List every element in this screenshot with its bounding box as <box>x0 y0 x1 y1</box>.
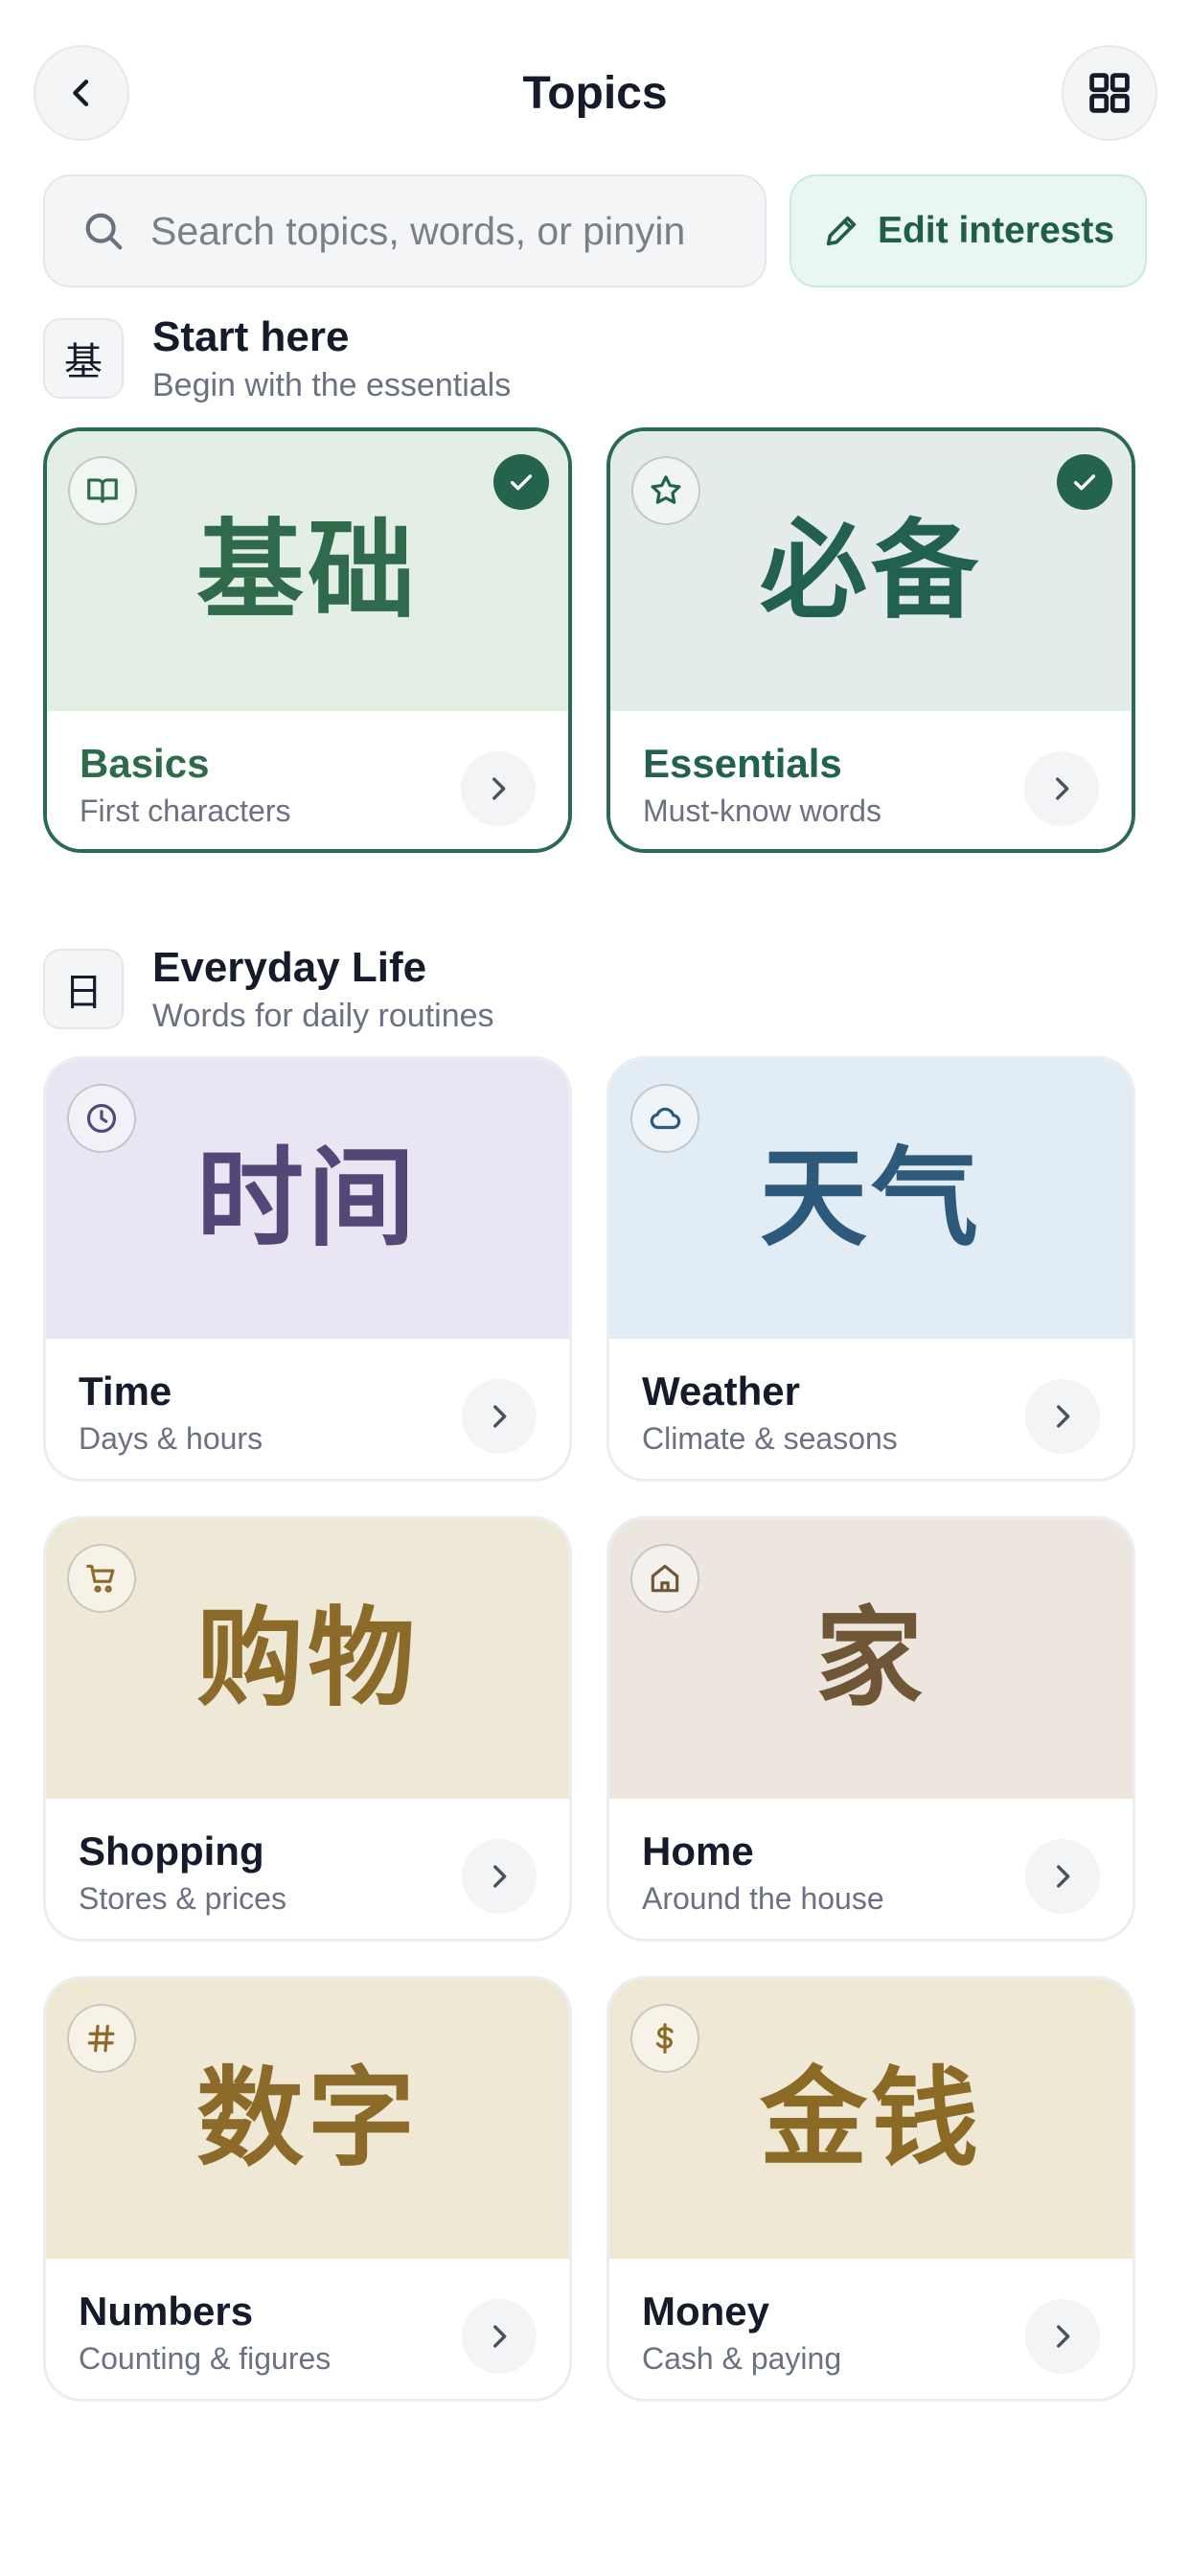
card-hanzi: 数字 <box>196 2057 419 2181</box>
grid-view-button[interactable] <box>1062 45 1157 141</box>
section-subtitle: Words for daily routines <box>152 998 494 1034</box>
topic-card-money[interactable]: 金钱 Money Cash & paying <box>606 1976 1135 2402</box>
cloud-icon <box>630 1084 699 1153</box>
card-open-button[interactable] <box>462 1379 537 1454</box>
pencil-icon <box>826 216 857 246</box>
hash-icon <box>67 2004 136 2073</box>
edit-interests-button[interactable]: Edit interests <box>790 174 1147 288</box>
search-icon <box>85 213 123 250</box>
card-open-button[interactable] <box>1025 1379 1100 1454</box>
card-hanzi: 必备 <box>760 509 982 633</box>
section-title: Start here <box>152 313 350 360</box>
chevron-right-icon <box>493 2325 507 2348</box>
topic-card-time[interactable]: 时间 Time Days & hours <box>43 1056 572 1482</box>
card-hanzi: 基础 <box>196 509 419 633</box>
topic-card-basics[interactable]: 基础 Basics First characters <box>43 427 572 853</box>
card-name: Shopping <box>79 1828 264 1874</box>
topic-card-essentials[interactable]: 必备 Essentials Must-know words <box>606 427 1135 853</box>
check-icon <box>1057 454 1112 510</box>
card-open-button[interactable] <box>462 2299 537 2374</box>
star-icon <box>631 456 700 525</box>
card-name: Time <box>79 1368 172 1414</box>
clock-icon <box>67 1084 136 1153</box>
section-start-here: 基 Start here Begin with the essentials <box>43 313 1145 404</box>
topic-card-numbers[interactable]: 数字 Numbers Counting & figures <box>43 1976 572 2402</box>
chevron-right-icon <box>1057 1405 1070 1428</box>
card-hanzi: 购物 <box>196 1597 419 1721</box>
cart-icon <box>67 1544 136 1613</box>
card-name: Essentials <box>643 741 842 786</box>
dollar-icon <box>630 2004 699 2073</box>
chevron-right-icon <box>1057 1865 1070 1888</box>
card-description: Cash & paying <box>642 2341 842 2376</box>
section-title: Everyday Life <box>152 944 427 991</box>
card-name: Numbers <box>79 2288 254 2334</box>
card-description: Around the house <box>642 1881 884 1916</box>
card-open-button[interactable] <box>461 751 536 826</box>
house-icon <box>630 1544 699 1613</box>
card-hanzi: 天气 <box>760 1137 982 1261</box>
section-icon: 日 <box>43 949 124 1029</box>
search-input[interactable] <box>150 208 725 254</box>
section-everyday-life: 日 Everyday Life Words for daily routines <box>43 944 1145 1035</box>
section-icon: 基 <box>43 318 124 399</box>
book-icon <box>68 456 137 525</box>
check-icon <box>493 454 549 510</box>
card-description: Stores & prices <box>79 1881 286 1916</box>
card-description: First characters <box>80 794 291 828</box>
card-name: Money <box>642 2288 770 2334</box>
card-hanzi: 时间 <box>196 1137 419 1261</box>
chevron-right-icon <box>492 777 506 800</box>
card-description: Days & hours <box>79 1421 263 1456</box>
card-description: Climate & seasons <box>642 1421 898 1456</box>
card-description: Must-know words <box>643 794 881 828</box>
card-name: Basics <box>80 741 210 786</box>
card-open-button[interactable] <box>1025 1839 1100 1914</box>
card-description: Counting & figures <box>79 2341 332 2376</box>
topic-card-weather[interactable]: 天气 Weather Climate & seasons <box>606 1056 1135 1482</box>
grid-icon <box>1089 73 1130 113</box>
card-name: Home <box>642 1828 754 1874</box>
card-open-button[interactable] <box>1025 2299 1100 2374</box>
chevron-right-icon <box>493 1405 507 1428</box>
card-open-button[interactable] <box>1024 751 1099 826</box>
chevron-right-icon <box>1057 2325 1070 2348</box>
search-bar[interactable] <box>43 174 767 288</box>
topic-card-shopping[interactable]: 购物 Shopping Stores & prices <box>43 1516 572 1942</box>
topic-card-home[interactable]: 家 Home Around the house <box>606 1516 1135 1942</box>
card-name: Weather <box>642 1368 800 1414</box>
chevron-right-icon <box>493 1865 507 1888</box>
card-hanzi: 金钱 <box>760 2057 982 2181</box>
chevron-right-icon <box>1056 777 1069 800</box>
card-hanzi: 家 <box>815 1597 927 1721</box>
section-subtitle: Begin with the essentials <box>152 367 512 403</box>
page-title: Topics <box>522 68 668 119</box>
card-open-button[interactable] <box>462 1839 537 1914</box>
edit-interests-label: Edit interests <box>877 210 1115 251</box>
